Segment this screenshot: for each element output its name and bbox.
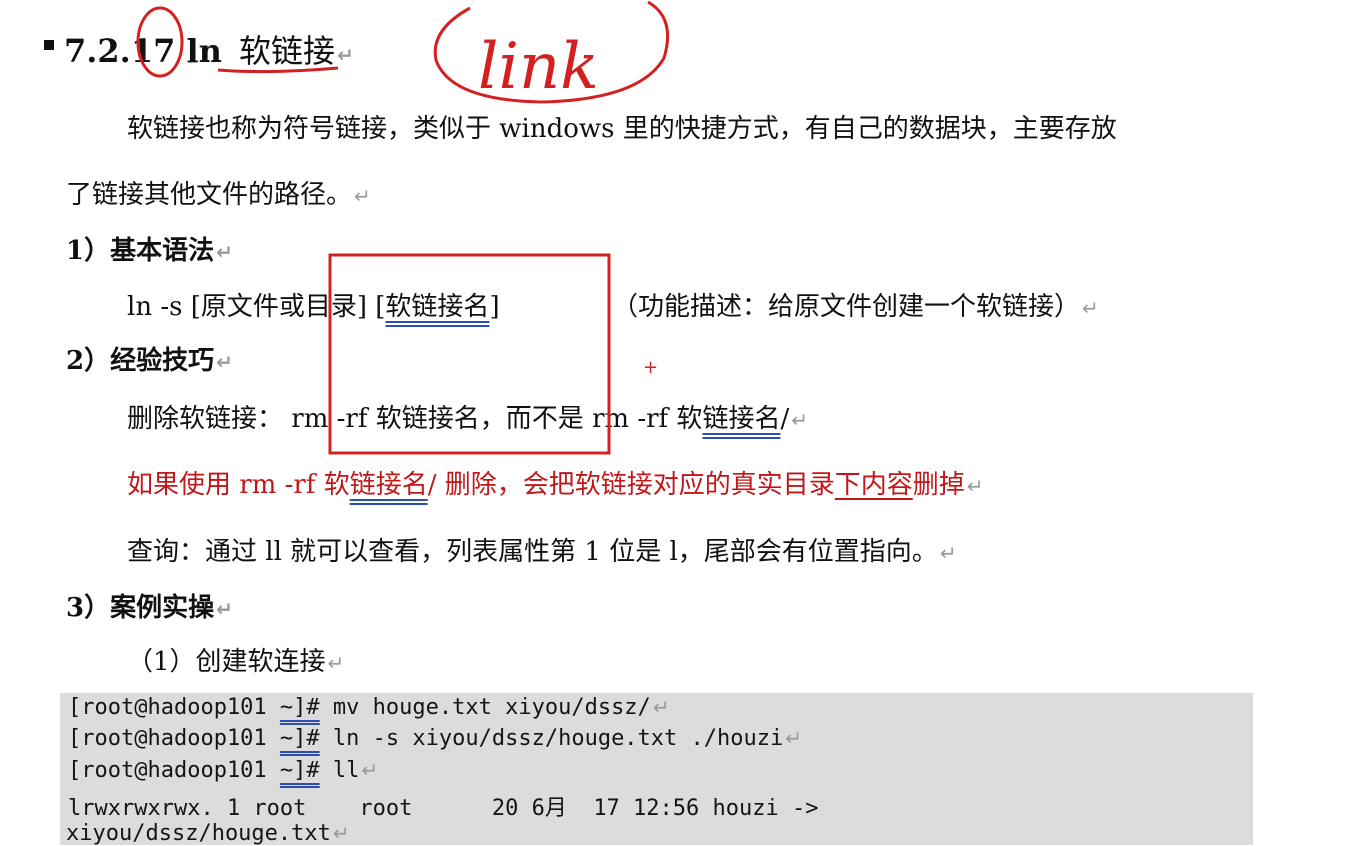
return-mark: ↵ [337,43,354,67]
return-mark: ↵ [216,240,233,264]
code-output-1: lrwxrwxrwx. 1 root root 20 6月 17 12:56 h… [68,796,819,821]
syntax-suffix: ] [489,292,500,322]
return-mark: ↵ [791,408,808,432]
return-mark: ↵ [361,758,379,782]
query-text: 查询：通过 ll 就可以查看，列表属性第 1 位是 l，尾部会有位置指向。 [127,537,938,567]
tip-suffix: / [780,404,790,434]
code-output-2-text: xiyou/dssz/houge.txt [66,821,331,846]
warning-underlined-2: 下内容 [834,470,913,500]
warning-mid: / 删除，会把软链接对应的真实目录 [427,470,835,500]
code-prompt-dir: ~]# [279,726,320,751]
intro-line-2: 了链接其他文件的路径。 ↵ [66,174,371,211]
handwritten-word: link [478,30,599,104]
code-command: mv houge.txt xiyou/dssz/ [319,695,651,720]
section-heading: 7.2.17 ln 软链接 ↵ [64,26,354,72]
code-output-2: xiyou/dssz/houge.txt ↵ [66,821,350,846]
code-line-3: [root@hadoop101 ~]# ll ↵ [68,758,378,783]
return-mark: ↵ [216,350,233,374]
return-mark: ↵ [785,726,803,750]
heading-number: 7.2.17 ln [64,32,222,70]
section-1-title: 1）基本语法 ↵ [66,230,233,267]
code-prompt: [root@hadoop101 [68,758,280,783]
section-1-title-text: 1）基本语法 [66,236,215,266]
section-3-title: 3）案例实操 ↵ [66,587,233,624]
heading-bullet [44,40,54,50]
syntax-line: ln -s [原文件或目录] [软链接名] [127,286,500,323]
syntax-prefix: ln -s [原文件或目录] [ [127,292,386,322]
intro-text-1: 软链接也称为符号链接，类似于 windows 里的快捷方式，有自己的数据块，主要… [127,114,1117,144]
syntax-description-text: （功能描述：给原文件创建一个软链接） [612,292,1081,322]
code-command: ll [319,758,360,783]
tip-underlined: 链接名 [702,404,781,434]
section-3-title-text: 3）案例实操 [66,593,215,623]
warning-prefix: 如果使用 rm -rf 软 [127,470,350,500]
code-prompt: [root@hadoop101 [68,695,280,720]
query-line: 查询：通过 ll 就可以查看，列表属性第 1 位是 l，尾部会有位置指向。 ↵ [127,531,957,568]
tip-prefix: 删除软链接： rm -rf 软链接名，而不是 rm -rf 软 [127,404,703,434]
intro-line-1: 软链接也称为符号链接，类似于 windows 里的快捷方式，有自己的数据块，主要… [127,108,1117,145]
code-block: [root@hadoop101 ~]# mv houge.txt xiyou/d… [60,693,1253,846]
code-command: ln -s xiyou/dssz/houge.txt ./houzi [319,726,784,751]
return-mark: ↵ [652,695,670,719]
warning-line: 如果使用 rm -rf 软链接名/ 删除，会把软链接对应的真实目录下内容删掉 ↵ [127,464,984,501]
code-prompt-dir: ~]# [279,695,320,720]
code-prompt: [root@hadoop101 [68,726,280,751]
return-mark: ↵ [1082,296,1099,320]
code-line-1: [root@hadoop101 ~]# mv houge.txt xiyou/d… [68,695,670,720]
subsection-1-text: （1）创建软连接 [127,647,326,677]
code-prompt-dir: ~]# [279,758,320,783]
warning-underlined-1: 链接名 [349,470,428,500]
return-mark: ↵ [332,821,350,845]
subsection-1: （1）创建软连接 ↵ [127,641,344,678]
return-mark: ↵ [327,651,345,675]
section-2-title-text: 2）经验技巧 [66,346,215,376]
return-mark: ↵ [966,474,984,498]
heading-title: 软链接 [239,32,336,70]
syntax-underlined: 软链接名 [385,292,490,322]
return-mark: ↵ [216,597,233,621]
return-mark: ↵ [939,541,957,565]
code-line-2: [root@hadoop101 ~]# ln -s xiyou/dssz/hou… [68,726,802,751]
warning-suffix: 删掉 [912,470,965,500]
tip-delete-line: 删除软链接： rm -rf 软链接名，而不是 rm -rf 软链接名/↵ [127,398,808,435]
return-mark: ↵ [354,184,371,208]
intro-text-2: 了链接其他文件的路径。 [66,180,353,210]
section-2-title: 2）经验技巧 ↵ [66,340,233,377]
syntax-description: （功能描述：给原文件创建一个软链接） ↵ [612,286,1099,323]
plus-mark: + [643,357,658,378]
loop-annotation [433,0,670,104]
